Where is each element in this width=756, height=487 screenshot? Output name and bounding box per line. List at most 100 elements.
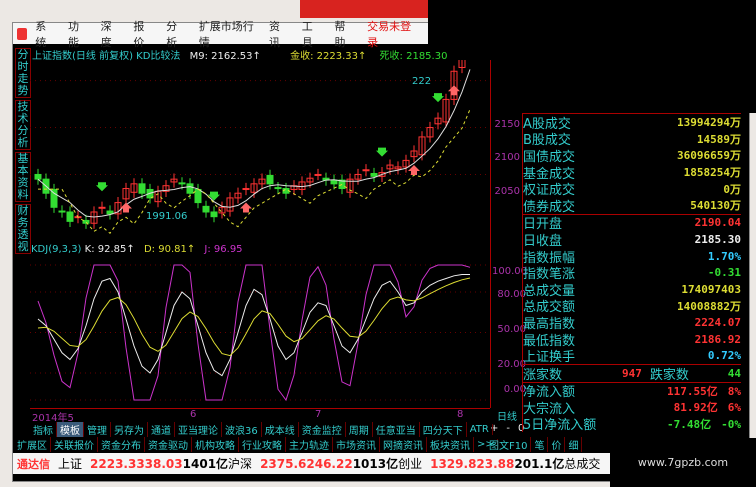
kdj-d: D: 90.81↑: [143, 244, 196, 255]
price-tick: 2100: [494, 152, 520, 163]
extension-tab[interactable]: 资金分布: [98, 436, 145, 452]
candle-body: [34, 173, 42, 180]
background-decoration: [300, 0, 428, 18]
info-label: 债券成交: [523, 199, 576, 215]
info-value: 540130万: [690, 199, 741, 213]
menu-bar: 系统 功能 深度 报价 分析 扩展市场行情 资讯 工具 帮助 交易未登录: [13, 20, 428, 49]
extension-tab[interactable]: 扩展区: [14, 436, 51, 452]
status-bar: 通达信 上证 2223.33 38.03 1401亿 沪深 2375.62 46…: [13, 453, 613, 474]
tab-financials[interactable]: 财务透视: [15, 204, 31, 254]
price-tick: 2150: [494, 119, 520, 130]
indicator-tab[interactable]: ATR: [467, 423, 493, 435]
extension-tab[interactable]: 关联报价: [51, 436, 98, 452]
kdj-name: KDJ(9,3,3): [31, 244, 82, 255]
info-value: 2190.04: [694, 216, 741, 230]
menu-item[interactable]: 扩展市场行情: [199, 18, 255, 50]
extension-tab[interactable]: 机构攻略: [192, 436, 239, 452]
kdj-tick: 80.00: [497, 289, 526, 300]
menu-item[interactable]: 深度: [101, 18, 120, 50]
menu-item[interactable]: 资讯: [269, 18, 288, 50]
candlestick-chart[interactable]: [30, 60, 490, 242]
date-tick: 7: [315, 409, 322, 420]
info-row: 大宗流入 81.92亿 6%: [523, 399, 741, 417]
info-row: 总成交额 14008882万: [523, 298, 741, 316]
info-row: 5日净流入额 -7.48亿 -0%: [523, 416, 741, 434]
info-row: 上证换手 0.72%: [523, 347, 741, 365]
right-tab[interactable]: 细: [565, 436, 583, 452]
info-row: 最高指数 2224.07: [523, 314, 741, 332]
kdj-tick: 0.00: [503, 384, 526, 395]
tab-technical[interactable]: 技术分析: [15, 100, 31, 150]
right-tab[interactable]: 笔: [531, 436, 549, 452]
menu-item[interactable]: 功能: [68, 18, 87, 50]
sell-arrow-icon: [376, 147, 388, 157]
total-label: 总成交: [564, 457, 601, 471]
date-tick: 8: [457, 409, 464, 420]
menu-item[interactable]: 帮助: [334, 18, 353, 50]
down-count: 44: [727, 366, 741, 380]
extension-tab[interactable]: 板块资讯: [427, 436, 474, 452]
indicator-tab[interactable]: 模板: [57, 421, 84, 437]
cy-label: 创业: [398, 457, 423, 471]
indicator-tab[interactable]: 周期: [346, 421, 373, 437]
menu-item[interactable]: 报价: [133, 18, 152, 50]
candle-body: [242, 188, 250, 191]
indicator-tab[interactable]: 任意亚当: [373, 421, 420, 437]
indicator-tab[interactable]: 管理: [84, 421, 111, 437]
extension-tab[interactable]: 资金驱动: [145, 436, 192, 452]
period-label[interactable]: 日线: [497, 408, 517, 423]
trade-login-menu[interactable]: 交易未登录: [367, 18, 414, 50]
indicator-tab[interactable]: 波浪36: [222, 421, 262, 437]
right-tab[interactable]: 价: [548, 436, 566, 452]
info-row: 日开盘 2190.04: [523, 213, 741, 232]
info-value: 117.55亿: [667, 384, 718, 398]
menu-item[interactable]: 分析: [166, 18, 185, 50]
indicator-tab[interactable]: 四分天下: [420, 421, 467, 437]
indicator-tabs: 指标 模板 管理 另存为 通道 亚当理论 波浪36 成本线 资金监控 周期 任意亚当 四分天下 ATR: [30, 421, 493, 437]
indicator-tab[interactable]: 资金监控: [299, 421, 346, 437]
extension-tab[interactable]: 主力轨迹: [286, 436, 333, 452]
info-percent: 6%: [727, 401, 741, 415]
hs-label: 沪深: [228, 457, 253, 471]
sh-amount: 1401亿: [182, 457, 229, 471]
axis-divider: [490, 60, 491, 408]
extension-tab[interactable]: 网摘资讯: [380, 436, 427, 452]
kdj-chart[interactable]: [30, 257, 490, 407]
kdj-j: J: 96.95: [204, 244, 243, 255]
menu-item[interactable]: 系统: [35, 18, 54, 50]
info-percent: -0%: [721, 417, 741, 431]
info-value: 0万: [723, 182, 741, 196]
info-row: 总成交量 174097403: [523, 281, 741, 299]
candle-body: [58, 210, 66, 213]
indicator-tab[interactable]: 通道: [148, 421, 175, 437]
indicator-tab[interactable]: 亚当理论: [175, 421, 222, 437]
tab-intraday[interactable]: 分时走势: [15, 48, 31, 98]
market-info-panel: A股成交 13994294万 B股成交 14589万 国债成交 36096659万 基金成交…: [522, 113, 741, 434]
cy-change: 3.88: [484, 456, 515, 471]
info-row: A股成交 13994294万: [523, 113, 741, 132]
candle-body: [138, 183, 146, 194]
info-percent: 8%: [727, 384, 741, 398]
tab-fundamentals[interactable]: 基本资料: [15, 152, 31, 202]
candle-body: [266, 174, 274, 185]
candle-body: [362, 169, 370, 172]
info-value: 2224.07: [694, 315, 741, 329]
menu-item[interactable]: 工具: [302, 18, 321, 50]
indicator-tab[interactable]: 另存为: [111, 421, 148, 437]
info-row: 最低指数 2186.92: [523, 331, 741, 349]
info-value: 13994294万: [677, 116, 741, 130]
extension-tabs: 扩展区 关联报价 资金分布 资金驱动 机构攻略 行业攻略 主力轨迹 市场资讯 网摘资讯 板块资讯 >…: [14, 436, 498, 452]
zoom-out-button[interactable]: -: [506, 423, 510, 434]
extension-tab[interactable]: 行业攻略: [239, 436, 286, 452]
right-tab[interactable]: 图文F10: [486, 436, 532, 452]
info-value: 14589万: [696, 132, 741, 146]
app-logo-icon: [17, 27, 28, 40]
kdj-tick: 20.00: [497, 359, 526, 370]
indicator-tab[interactable]: 成本线: [262, 421, 299, 437]
info-row: B股成交 14589万: [523, 131, 741, 149]
indicator-tab[interactable]: 指标: [30, 421, 57, 437]
candle-body: [202, 205, 210, 213]
buy-arrow-icon: [408, 165, 420, 175]
up-count: 947: [622, 366, 642, 380]
extension-tab[interactable]: 市场资讯: [333, 436, 380, 452]
